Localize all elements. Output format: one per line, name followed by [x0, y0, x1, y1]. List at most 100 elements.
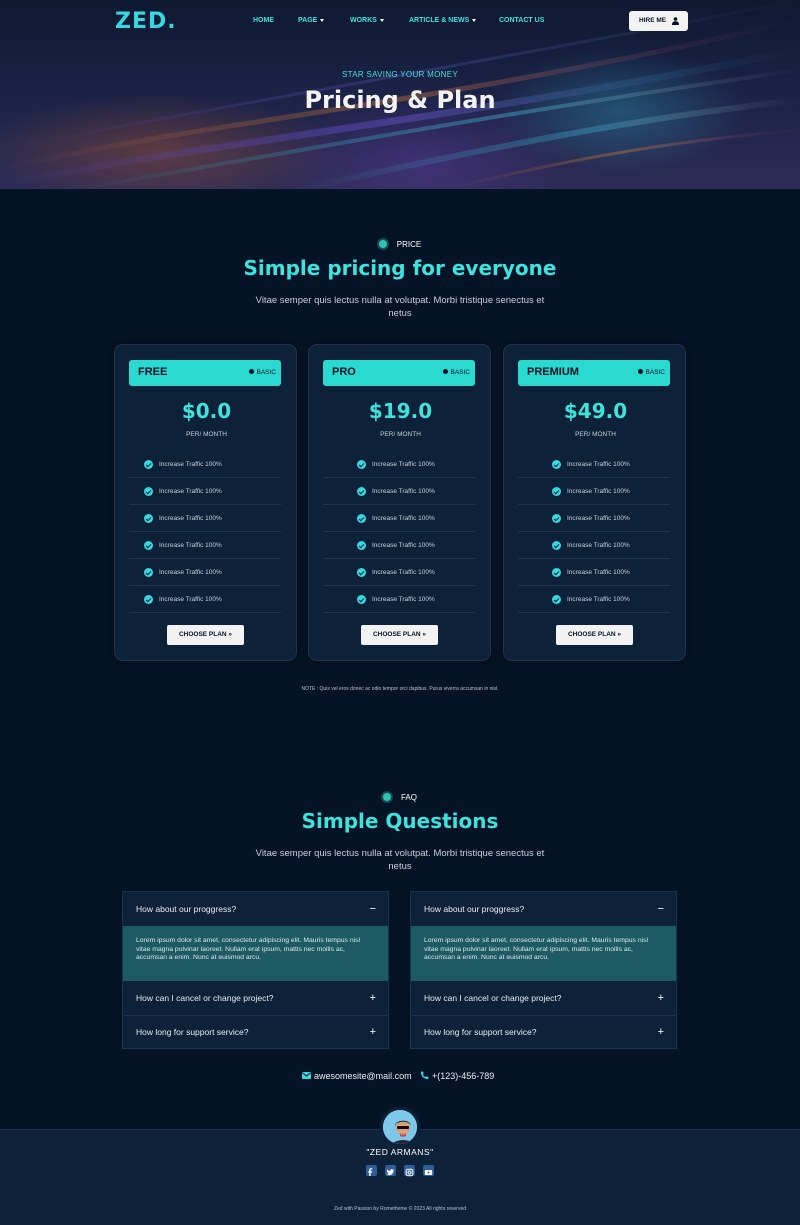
- check-icon: [144, 541, 153, 550]
- hire-me-label: HIRE ME: [639, 17, 667, 24]
- plan-name: PREMIUM: [527, 366, 579, 378]
- nav-page[interactable]: PAGE: [298, 17, 325, 24]
- plan-feature-text: Increase Traffic 100%: [159, 515, 222, 522]
- nav-works-label: WORKS: [350, 17, 377, 24]
- faq-accordion-1: How about our proggress? − Lorem ipsum dol…: [122, 891, 389, 1049]
- nav-article-news-label: ARTICLE & NEWS: [409, 17, 470, 24]
- plan-feature-text: Increase Traffic 100%: [372, 569, 435, 576]
- faq-question[interactable]: How long for support service? +: [123, 1015, 388, 1049]
- faq-answer: Lorem ipsum dolor sit amet, consectetur …: [123, 926, 388, 981]
- plan-period: PER/ MONTH: [575, 431, 616, 438]
- faq-question-text: How about our proggress?: [136, 904, 237, 914]
- faq-question-open[interactable]: How about our proggress? −: [411, 892, 676, 926]
- hire-me-button[interactable]: HIRE ME: [629, 11, 688, 31]
- chevron-down-icon: [379, 18, 384, 22]
- faq-question[interactable]: How can I cancel or change project? +: [123, 981, 388, 1015]
- dot-icon: [249, 369, 255, 374]
- plan-feature: Increase Traffic 100%: [518, 478, 670, 505]
- contact-email-text: awesomesite@mail.com: [314, 1071, 412, 1081]
- faq-title: Simple Questions: [301, 809, 499, 833]
- contact-phone-text: +(123)-456-789: [432, 1071, 495, 1081]
- footer-name: "ZED ARMANS": [366, 1147, 434, 1157]
- plan-badge-label: BASIC: [645, 369, 665, 376]
- plan-badge: BASIC: [638, 369, 665, 376]
- plan-feature: Increase Traffic 100%: [129, 478, 281, 505]
- faq-tag-label: FAQ: [400, 793, 417, 802]
- plan-feature-text: Increase Traffic 100%: [567, 596, 630, 603]
- instagram-icon[interactable]: [404, 1165, 415, 1177]
- user-icon: [672, 17, 679, 25]
- faq-question-text: How can I cancel or change project?: [424, 993, 562, 1003]
- minus-icon: −: [657, 903, 664, 915]
- mail-icon: [302, 1072, 311, 1079]
- pricing-card-pro: PRO BASIC $19.0 PER/ MONTH Increase Traffic …: [308, 344, 491, 661]
- check-icon: [552, 541, 561, 550]
- nav-home[interactable]: HOME: [253, 17, 274, 24]
- plan-feature-text: Increase Traffic 100%: [372, 461, 435, 468]
- plan-name: FREE: [138, 366, 168, 378]
- pricing-card-free: FREE BASIC $0.0 PER/ MONTH Increase Traffic …: [114, 344, 297, 661]
- plus-icon: +: [657, 1026, 664, 1038]
- check-icon: [357, 514, 366, 523]
- check-icon: [357, 595, 366, 604]
- choose-plan-button[interactable]: CHOOSE PLAN »: [556, 625, 633, 645]
- youtube-icon[interactable]: [423, 1165, 434, 1176]
- plan-feature-text: Increase Traffic 100%: [567, 569, 630, 576]
- faq-question[interactable]: How can I cancel or change project? +: [411, 981, 676, 1015]
- plan-name: PRO: [332, 366, 356, 378]
- faq-accordion-2: How about our proggress? − Lorem ipsum dol…: [410, 891, 677, 1049]
- contact-phone[interactable]: +(123)-456-789: [420, 1071, 494, 1081]
- plan-period: PER/ MONTH: [380, 431, 421, 438]
- plan-feature-text: Increase Traffic 100%: [372, 542, 435, 549]
- plus-icon: +: [369, 1026, 376, 1038]
- plan-feature-text: Increase Traffic 100%: [159, 596, 222, 603]
- faq-question-text: How can I cancel or change project?: [136, 993, 274, 1003]
- nav-article-news[interactable]: ARTICLE & NEWS: [409, 17, 477, 24]
- facebook-icon[interactable]: [366, 1165, 377, 1176]
- dot-icon: [443, 369, 449, 374]
- nav-contact-us[interactable]: CONTACT US: [499, 17, 544, 24]
- faq-question-open[interactable]: How about our proggress? −: [123, 892, 388, 926]
- check-icon: [552, 460, 561, 469]
- choose-plan-button[interactable]: CHOOSE PLAN »: [167, 625, 244, 645]
- plan-feature: Increase Traffic 100%: [518, 559, 670, 586]
- nav-works[interactable]: WORKS: [350, 17, 384, 24]
- plan-feature: Increase Traffic 100%: [323, 505, 475, 532]
- check-icon: [552, 487, 561, 496]
- plus-icon: +: [657, 992, 664, 1004]
- plan-period: PER/ MONTH: [186, 431, 227, 438]
- faq-section-tag: FAQ: [0, 793, 800, 802]
- faq-description: Vitae semper quis lectus nulla at volutp…: [255, 848, 545, 872]
- twitter-icon[interactable]: [385, 1165, 396, 1176]
- chevron-down-icon: [320, 18, 325, 22]
- pricing-title: Simple pricing for everyone: [243, 256, 557, 280]
- plan-feature: Increase Traffic 100%: [129, 451, 281, 478]
- plan-feature-text: Increase Traffic 100%: [567, 488, 630, 495]
- plan-feature: Increase Traffic 100%: [129, 586, 281, 613]
- contact-email[interactable]: awesomesite@mail.com: [302, 1071, 412, 1081]
- check-icon: [144, 514, 153, 523]
- plan-feature: Increase Traffic 100%: [323, 559, 475, 586]
- plan-feature: Increase Traffic 100%: [518, 505, 670, 532]
- choose-plan-button[interactable]: CHOOSE PLAN »: [361, 625, 438, 645]
- plan-header: FREE BASIC: [129, 360, 281, 386]
- check-icon: [144, 595, 153, 604]
- plan-feature: Increase Traffic 100%: [323, 478, 475, 505]
- plan-header: PRO BASIC: [323, 360, 475, 386]
- plan-feature: Increase Traffic 100%: [323, 532, 475, 559]
- plan-feature: Increase Traffic 100%: [129, 532, 281, 559]
- plan-feature-text: Increase Traffic 100%: [159, 461, 222, 468]
- faq-question[interactable]: How long for support service? +: [411, 1015, 676, 1049]
- nav-page-label: PAGE: [298, 17, 318, 24]
- faq-question-text: How long for support service?: [424, 1027, 537, 1037]
- plan-feature: Increase Traffic 100%: [129, 559, 281, 586]
- plan-feature-text: Increase Traffic 100%: [567, 461, 630, 468]
- pricing-card-premium: PREMIUM BASIC $49.0 PER/ MONTH Increase Traf…: [503, 344, 686, 661]
- plan-feature-text: Increase Traffic 100%: [372, 488, 435, 495]
- plan-price: $0.0: [181, 399, 232, 423]
- check-icon: [357, 541, 366, 550]
- plan-feature-text: Increase Traffic 100%: [372, 515, 435, 522]
- plus-icon: +: [369, 992, 376, 1004]
- avatar: [380, 1107, 420, 1147]
- faq-question-text: How long for support service?: [136, 1027, 249, 1037]
